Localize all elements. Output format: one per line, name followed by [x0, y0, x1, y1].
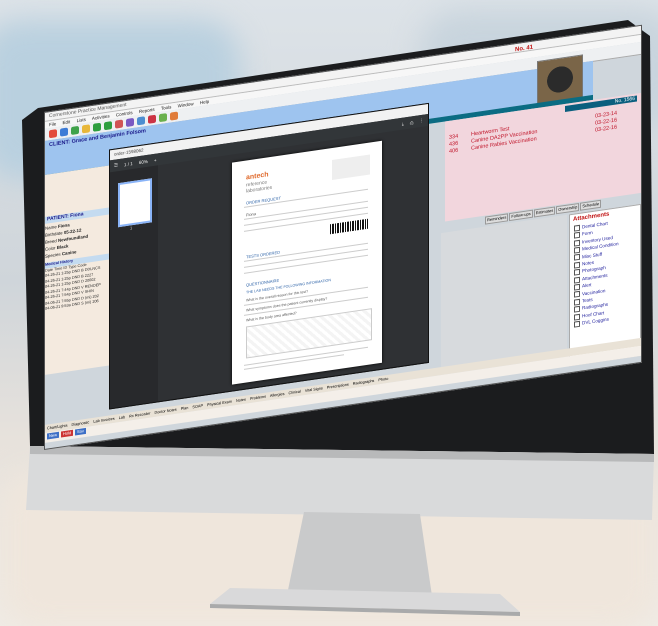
- reminder-code: 406: [449, 147, 459, 155]
- thumbnail-number: 1: [130, 225, 133, 231]
- dollar-icon[interactable]: [93, 122, 101, 132]
- menu-lists[interactable]: Lists: [77, 117, 86, 123]
- pdf-thumbnail[interactable]: [118, 178, 152, 228]
- save-button[interactable]: Sav: [75, 427, 86, 436]
- toolbar-icon[interactable]: [170, 111, 178, 121]
- dollar-icon[interactable]: [104, 121, 112, 131]
- pdf-page-indicator: 1 / 1: [124, 160, 133, 167]
- address-box: [332, 154, 370, 180]
- new-button[interactable]: New: [47, 431, 60, 440]
- hold-button[interactable]: Hold: [61, 429, 74, 438]
- bottom-tab[interactable]: Clinical: [289, 390, 301, 396]
- menu-icon[interactable]: ☰: [114, 162, 118, 169]
- menu-controls[interactable]: Controls: [116, 110, 133, 117]
- bottom-tab[interactable]: Photo: [378, 377, 388, 382]
- bottom-tab[interactable]: Notes: [236, 398, 246, 403]
- menu-file[interactable]: File: [49, 121, 56, 127]
- menu-help[interactable]: Help: [200, 99, 209, 105]
- print-icon[interactable]: ⎙: [410, 120, 414, 126]
- pdf-zoom[interactable]: 60%: [139, 158, 148, 164]
- bottom-tab[interactable]: Lab: [119, 415, 125, 420]
- pdf-thumbnail-sidebar: 1: [110, 165, 158, 409]
- bottom-tab[interactable]: SOAP: [192, 404, 203, 410]
- more-icon[interactable]: ⋮: [420, 117, 429, 124]
- toolbar-icon[interactable]: [71, 125, 79, 136]
- bottom-tab[interactable]: Plan: [181, 406, 189, 411]
- toolbar-icon[interactable]: [60, 127, 68, 137]
- toolbar-icon[interactable]: [49, 129, 57, 139]
- menu-edit[interactable]: Edit: [63, 119, 71, 125]
- toolbar-icon[interactable]: [148, 114, 156, 124]
- menu-reports[interactable]: Reports: [139, 107, 155, 114]
- download-icon[interactable]: ⤓: [402, 121, 404, 126]
- barcode: [330, 218, 368, 235]
- menu-tools[interactable]: Tools: [161, 104, 172, 111]
- menu-window[interactable]: Window: [178, 101, 194, 108]
- toolbar-icon[interactable]: [126, 117, 134, 128]
- scene: Cornerstone Practice Management File Edi…: [0, 0, 658, 626]
- pdf-page: antech reference laboratories ORDER REQU…: [232, 140, 382, 385]
- toolbar-icon[interactable]: [82, 124, 90, 134]
- pdf-viewer-window: order-1598062 ☰ 1 / 1 60% + ⤓ ⎙ ⋮ 1 ante…: [109, 102, 429, 410]
- toolbar-icon[interactable]: [115, 119, 123, 129]
- toolbar-icon[interactable]: [137, 116, 145, 126]
- zoom-in-icon[interactable]: +: [154, 157, 157, 162]
- toolbar-icon[interactable]: [159, 113, 167, 123]
